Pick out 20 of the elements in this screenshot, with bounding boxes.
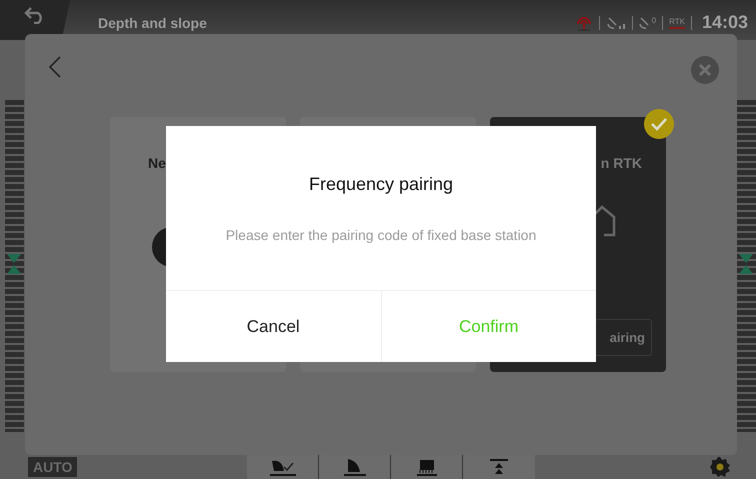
settings-button[interactable] [708, 455, 732, 479]
satellite-icon [638, 16, 651, 30]
rtk-status: RTK [669, 16, 685, 28]
chevron-left-icon [49, 56, 61, 78]
settings-icon [708, 455, 732, 479]
screen-title: Depth and slope [98, 14, 207, 32]
auto-mode-button[interactable]: AUTO [28, 457, 78, 477]
satellite-count: 0 [652, 16, 656, 24]
radio-signal-icon [574, 14, 593, 30]
back-button[interactable] [49, 56, 61, 78]
dialog-title: Frequency pairing [308, 174, 454, 195]
level-marker-icon [7, 254, 21, 274]
close-icon [691, 56, 719, 84]
clock: 14:03 [702, 12, 748, 33]
satellite-icon [606, 16, 626, 30]
card-title: n RTK [600, 155, 642, 171]
level-marker-icon [739, 254, 753, 274]
check-badge-icon [644, 109, 674, 139]
dialog-message: Please enter the pairing code of fixed base station [224, 227, 538, 243]
card-title: Ne [148, 155, 167, 171]
